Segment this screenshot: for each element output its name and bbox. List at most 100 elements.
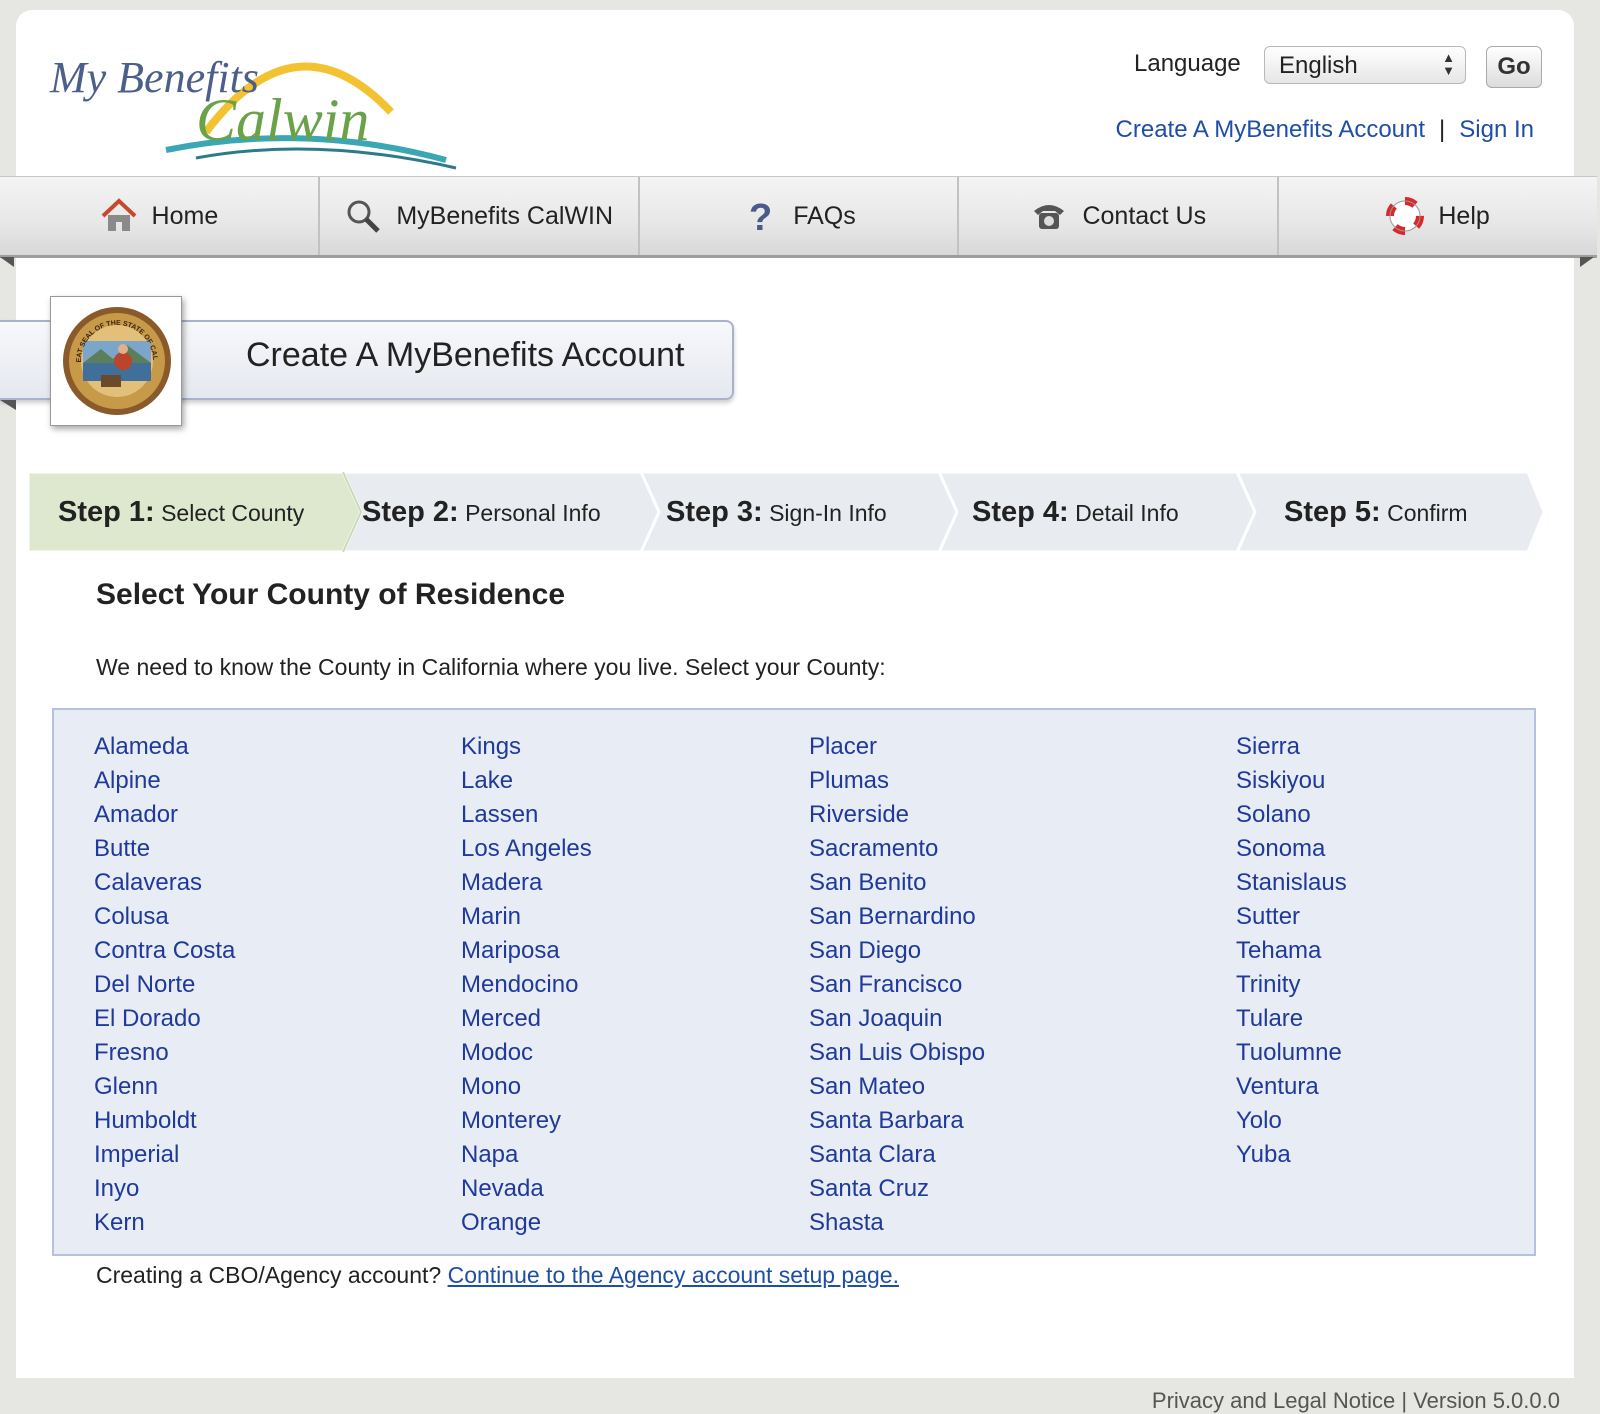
county-link[interactable]: Calaveras: [94, 866, 235, 900]
language-select-value: English: [1279, 52, 1358, 79]
county-link[interactable]: Siskiyou: [1236, 764, 1347, 798]
county-link[interactable]: Mono: [461, 1070, 592, 1104]
county-link[interactable]: Sierra: [1236, 730, 1347, 764]
county-link[interactable]: Yuba: [1236, 1138, 1347, 1172]
step-1[interactable]: Step 1: Select County: [58, 472, 304, 552]
county-link[interactable]: Alpine: [94, 764, 235, 798]
county-list-box: Alameda Alpine Amador Butte Calaveras Colusa C…: [52, 708, 1536, 1256]
step-3-number: Step 3:: [666, 496, 763, 528]
step-3[interactable]: Step 3: Sign-In Info: [666, 472, 887, 552]
county-link[interactable]: Orange: [461, 1206, 592, 1240]
language-select[interactable]: English ▲ ▼: [1264, 46, 1466, 84]
county-link[interactable]: Merced: [461, 1002, 592, 1036]
step-2-label: Personal Info: [465, 500, 601, 526]
county-link[interactable]: Kern: [94, 1206, 235, 1240]
county-link[interactable]: San Benito: [809, 866, 985, 900]
county-link[interactable]: Stanislaus: [1236, 866, 1347, 900]
county-link[interactable]: Lake: [461, 764, 592, 798]
county-column-2: Kings Lake Lassen Los Angeles Madera Marin Mar…: [461, 730, 592, 1240]
phone-icon: [1034, 205, 1065, 229]
county-link[interactable]: Alameda: [94, 730, 235, 764]
step-4-number: Step 4:: [972, 496, 1069, 528]
county-link[interactable]: Amador: [94, 798, 235, 832]
california-seal-image: THE GREAT SEAL OF THE STATE OF CALIFORNI…: [61, 305, 171, 415]
step-1-label: Select County: [161, 500, 305, 526]
step-5-number: Step 5:: [1284, 496, 1381, 528]
nav-item-mybenefits-calwin[interactable]: MyBenefits CalWIN: [320, 177, 640, 255]
county-link[interactable]: San Francisco: [809, 968, 985, 1002]
svg-text:?: ?: [749, 197, 772, 235]
county-link[interactable]: Los Angeles: [461, 832, 592, 866]
county-link[interactable]: Lassen: [461, 798, 592, 832]
county-link[interactable]: San Mateo: [809, 1070, 985, 1104]
county-link[interactable]: Riverside: [809, 798, 985, 832]
county-link[interactable]: San Bernardino: [809, 900, 985, 934]
county-link[interactable]: Nevada: [461, 1172, 592, 1206]
step-2-number: Step 2:: [362, 496, 459, 528]
county-link[interactable]: Sutter: [1236, 900, 1347, 934]
agency-setup-link[interactable]: Continue to the Agency account setup pag…: [448, 1262, 899, 1288]
account-links: Create A MyBenefits Account | Sign In: [1116, 116, 1534, 144]
county-link[interactable]: Modoc: [461, 1036, 592, 1070]
county-link[interactable]: Santa Barbara: [809, 1104, 985, 1138]
county-link[interactable]: El Dorado: [94, 1002, 235, 1036]
county-link[interactable]: Plumas: [809, 764, 985, 798]
footer-links[interactable]: Privacy and Legal Notice | Version 5.0.0…: [1152, 1388, 1560, 1414]
county-link[interactable]: Imperial: [94, 1138, 235, 1172]
lifebuoy-icon: [1386, 197, 1425, 235]
county-link[interactable]: Santa Clara: [809, 1138, 985, 1172]
county-link[interactable]: Solano: [1236, 798, 1347, 832]
county-link[interactable]: San Joaquin: [809, 1002, 985, 1036]
nav-item-faqs[interactable]: ? FAQs: [640, 177, 960, 255]
county-link[interactable]: Kings: [461, 730, 592, 764]
county-link[interactable]: Tulare: [1236, 1002, 1347, 1036]
mybenefits-calwin-logo[interactable]: My Benefits Calwin: [46, 32, 466, 172]
step-5[interactable]: Step 5: Confirm: [1284, 472, 1468, 552]
banner-fold: [0, 400, 16, 410]
county-link[interactable]: Sacramento: [809, 832, 985, 866]
county-link[interactable]: Placer: [809, 730, 985, 764]
county-link[interactable]: Ventura: [1236, 1070, 1347, 1104]
county-link[interactable]: Sonoma: [1236, 832, 1347, 866]
logo-graphic: My Benefits Calwin: [49, 53, 457, 170]
county-link[interactable]: Contra Costa: [94, 934, 235, 968]
agency-prompt-text: Creating a CBO/Agency account?: [96, 1262, 442, 1288]
county-link[interactable]: Yolo: [1236, 1104, 1347, 1138]
section-title: Select Your County of Residence: [96, 578, 565, 611]
california-seal: THE GREAT SEAL OF THE STATE OF CALIFORNI…: [50, 296, 182, 426]
county-link[interactable]: Monterey: [461, 1104, 592, 1138]
county-link[interactable]: Glenn: [94, 1070, 235, 1104]
nav-label-home: Home: [151, 201, 219, 230]
step-3-label: Sign-In Info: [769, 500, 887, 526]
county-link[interactable]: Butte: [94, 832, 235, 866]
county-column-1: Alameda Alpine Amador Butte Calaveras Colusa C…: [94, 730, 235, 1240]
step-2[interactable]: Step 2: Personal Info: [362, 472, 601, 552]
county-link[interactable]: Napa: [461, 1138, 592, 1172]
county-link[interactable]: Humboldt: [94, 1104, 235, 1138]
county-link[interactable]: Fresno: [94, 1036, 235, 1070]
sign-in-link[interactable]: Sign In: [1459, 116, 1534, 143]
nav-item-contact-us[interactable]: Contact Us: [959, 177, 1280, 255]
create-account-link[interactable]: Create A MyBenefits Account: [1116, 116, 1426, 143]
county-link[interactable]: San Luis Obispo: [809, 1036, 985, 1070]
county-link[interactable]: Marin: [461, 900, 592, 934]
county-link[interactable]: Tuolumne: [1236, 1036, 1347, 1070]
nav-item-home[interactable]: Home: [0, 177, 320, 255]
county-link[interactable]: Santa Cruz: [809, 1172, 985, 1206]
county-link[interactable]: Trinity: [1236, 968, 1347, 1002]
step-4[interactable]: Step 4: Detail Info: [972, 472, 1179, 552]
nav-fold-right: [1580, 257, 1594, 267]
go-button[interactable]: Go: [1486, 46, 1542, 88]
nav-item-help[interactable]: Help: [1279, 177, 1597, 255]
county-link[interactable]: Del Norte: [94, 968, 235, 1002]
nav-label-contact-us: Contact Us: [1082, 201, 1207, 230]
county-link[interactable]: San Diego: [809, 934, 985, 968]
county-link[interactable]: Mariposa: [461, 934, 592, 968]
county-link[interactable]: Colusa: [94, 900, 235, 934]
county-link[interactable]: Mendocino: [461, 968, 592, 1002]
county-link[interactable]: Shasta: [809, 1206, 985, 1240]
page-container: My Benefits Calwin Language English ▲ ▼ G…: [0, 10, 1597, 1378]
county-link[interactable]: Inyo: [94, 1172, 235, 1206]
county-link[interactable]: Tehama: [1236, 934, 1347, 968]
county-link[interactable]: Madera: [461, 866, 592, 900]
